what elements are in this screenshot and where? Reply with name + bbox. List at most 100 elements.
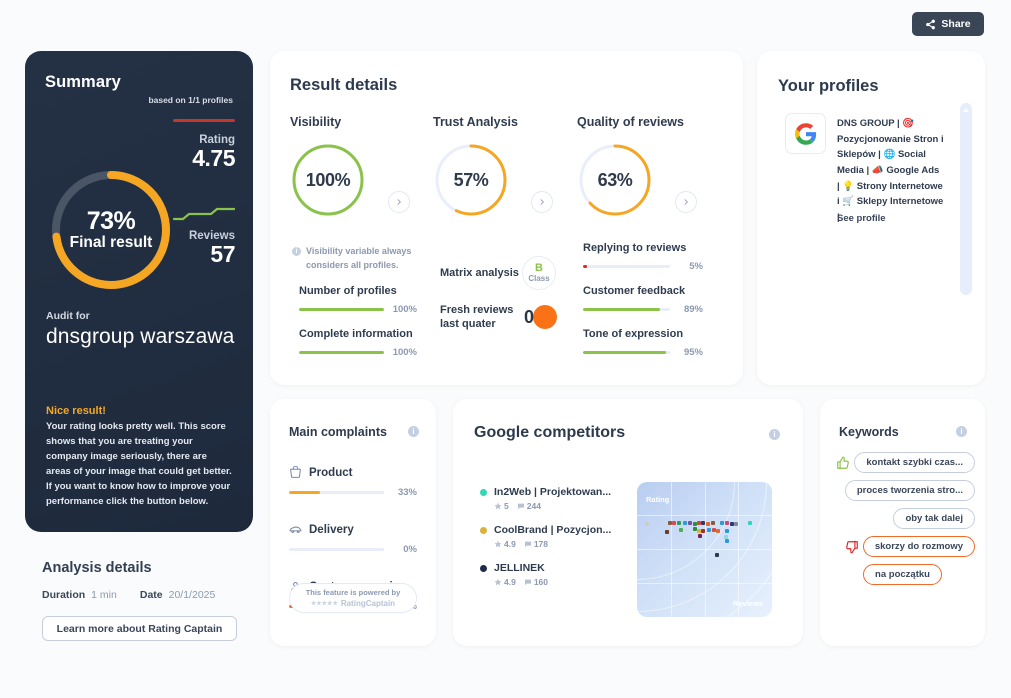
chevron-right-icon: [538, 193, 546, 211]
matrix-point: [725, 529, 729, 533]
matrix-analysis-row: Matrix analysis B Class: [440, 256, 556, 290]
matrix-point: [725, 521, 729, 525]
nice-result-text: Your rating looks pretty well. This scor…: [46, 421, 232, 507]
matrix-point: [679, 528, 683, 532]
bar-fill: [583, 308, 661, 311]
competitor-color-dot: [480, 526, 487, 534]
fresh-reviews-row: Fresh reviews last quater 0: [440, 303, 557, 332]
thumbs-down-icon: [845, 540, 859, 554]
audit-for-label: Audit for: [46, 310, 90, 322]
date-value: 20/1/2025: [168, 589, 216, 601]
matrix-point: [672, 521, 676, 525]
list-item[interactable]: JELLINEK 4.9 160: [480, 562, 611, 587]
competitor-color-dot: [480, 564, 487, 572]
bar-track: [583, 308, 670, 311]
bar-complete-information: Complete information 100%: [299, 328, 417, 358]
profiles-scrollbar[interactable]: [960, 103, 972, 295]
chevron-right-icon: [682, 193, 690, 211]
fresh-reviews-label: Fresh reviews last quater: [440, 304, 514, 331]
main-complaints-info-icon[interactable]: i: [408, 426, 419, 437]
result-details-title: Result details: [290, 76, 398, 94]
chevron-right-icon: [395, 193, 403, 211]
share-button[interactable]: Share: [912, 12, 984, 36]
google-competitors-info-icon[interactable]: i: [769, 429, 780, 440]
comment-icon: [524, 579, 531, 585]
complaint-delivery: Delivery 0%: [289, 523, 417, 555]
see-profile-link[interactable]: See profile: [837, 213, 886, 224]
bar-fill: [583, 351, 666, 354]
keyword-chip[interactable]: oby tak dalej: [893, 508, 975, 529]
keyword-row: skorzy do rozmowy: [830, 536, 975, 557]
based-on-label: based on 1/1 profiles: [148, 95, 233, 105]
bar-track: [583, 351, 670, 354]
star-icon: [494, 578, 502, 586]
list-item[interactable]: In2Web | Projektowan... 5 244: [480, 486, 611, 511]
matrix-point: [677, 521, 681, 525]
fresh-reviews-count: 0: [524, 306, 535, 327]
bar-pct: 5%: [689, 261, 703, 272]
matrix-point: [701, 521, 705, 525]
matrix-point: [707, 528, 711, 532]
fresh-circle: [533, 305, 557, 330]
competitor-name: JELLINEK: [494, 562, 545, 574]
keyword-chip[interactable]: skorzy do rozmowy: [862, 536, 975, 557]
quality-next-button[interactable]: [675, 191, 697, 213]
class-word: Class: [528, 274, 550, 283]
matrix-point: [720, 521, 724, 525]
learn-more-rating-captain-button[interactable]: Learn more about Rating Captain: [42, 616, 237, 641]
matrix-point: [683, 521, 687, 525]
keywords-title: Keywords: [839, 425, 899, 439]
analysis-details-row: Duration 1 min Date 20/1/2025: [42, 589, 215, 601]
bar-track: [289, 548, 384, 551]
competitor-name: CoolBrand | Pozycjon...: [494, 524, 612, 536]
competitors-matrix-chart[interactable]: Rating Reviews: [637, 482, 772, 617]
your-profiles-card: Your profiles DNS GROUP | 🎯 Pozycjonowan…: [757, 51, 985, 385]
matrix-point: [725, 539, 729, 543]
star-icon: [494, 502, 502, 510]
competitor-reviews: 244: [517, 501, 541, 511]
matrix-point: [645, 522, 649, 526]
keywords-info-icon[interactable]: i: [956, 426, 967, 437]
matrix-point: [734, 522, 738, 526]
bar-number-of-profiles: Number of profiles 100%: [299, 285, 417, 315]
rating-value: 4.75: [192, 145, 235, 171]
bar-label: Customer feedback: [583, 285, 686, 297]
audit-company-name: dnsgroup warszawa: [46, 325, 235, 348]
competitor-rating: 4.9: [494, 577, 516, 587]
rating-metric: Rating 4.75: [173, 119, 236, 171]
keyword-chip[interactable]: na początku: [863, 564, 942, 585]
visibility-next-button[interactable]: [388, 191, 410, 213]
analysis-details-title: Analysis details: [42, 560, 152, 576]
keyword-chip[interactable]: proces tworzenia stro...: [844, 480, 975, 501]
final-result-pct: 73%: [86, 207, 136, 236]
bar-track: [583, 265, 670, 268]
quality-pct: 63%: [597, 169, 633, 190]
bar-pct: 95%: [683, 347, 703, 358]
column-title-visibility: Visibility: [290, 115, 342, 129]
comment-icon: [524, 541, 531, 547]
trust-pct: 57%: [453, 169, 489, 190]
bar-tone-of-expression: Tone of expression 95%: [583, 328, 703, 358]
bar-label: Number of profiles: [299, 285, 397, 297]
keywords-card: Keywords i kontakt szybki czas... proces…: [820, 399, 985, 646]
reviews-metric: Reviews 57: [173, 206, 236, 266]
visibility-note-text: Visibility variable always considers all…: [306, 246, 412, 270]
trust-next-button[interactable]: [531, 191, 553, 213]
comment-icon: [517, 503, 524, 509]
competitor-rating: 4.9: [494, 539, 516, 549]
matrix-point: [688, 521, 692, 525]
bar-pct: 100%: [392, 304, 417, 315]
column-title-trust: Trust Analysis: [433, 115, 518, 129]
list-item[interactable]: CoolBrand | Pozycjon... 4.9 178: [480, 524, 611, 549]
truck-icon: [289, 523, 302, 536]
matrix-point: [715, 553, 719, 557]
keyword-row: na początku: [830, 564, 975, 585]
date-label: Date: [139, 589, 163, 601]
matrix-analysis-label: Matrix analysis: [440, 266, 519, 279]
powered-by-text: This feature is powered by: [305, 588, 401, 597]
info-icon: i: [292, 247, 301, 256]
reviews-trend-line: [173, 206, 235, 222]
keyword-chip[interactable]: kontakt szybki czas...: [854, 452, 975, 473]
rating-captain-logo-text: RatingCaptain: [340, 599, 396, 608]
bar-label: Complete information: [299, 328, 413, 340]
